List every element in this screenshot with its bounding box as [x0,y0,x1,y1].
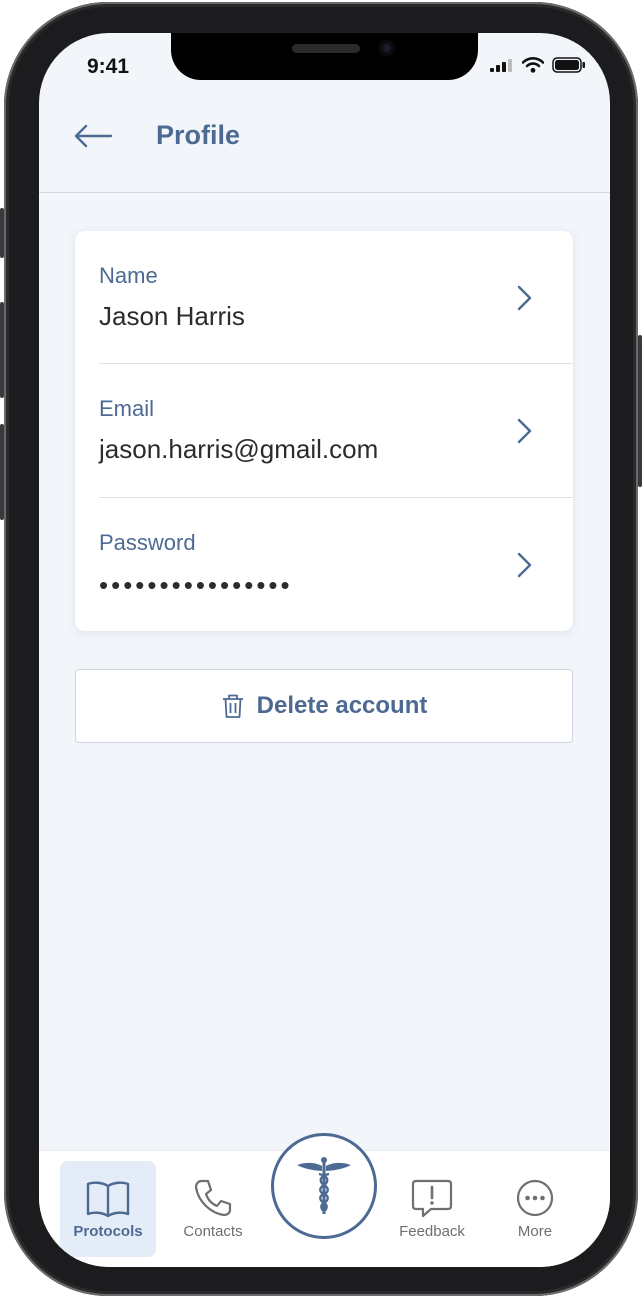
more-icon [516,1179,554,1217]
email-label: Email [99,396,155,421]
power-button [638,335,642,487]
delete-account-label: Delete account [256,692,428,719]
phone-icon [194,1179,232,1217]
trash-icon [222,694,243,718]
profile-card: Name Jason Harris Email jason.harris@gma… [75,231,573,631]
tab-label: More [517,1223,553,1240]
feedback-icon [411,1179,453,1218]
chevron-right-icon [517,285,532,311]
profile-row-email[interactable]: Email jason.harris@gmail.com [75,364,573,497]
tab-label: Feedback [399,1223,465,1240]
book-icon [86,1181,130,1218]
center-home-button[interactable] [271,1133,377,1239]
tab-contacts[interactable]: Contacts [165,1161,261,1257]
email-value: jason.harris@gmail.com [99,434,379,464]
volume-down-button [0,424,4,520]
volume-up-button [0,302,4,398]
wifi-icon [522,57,544,73]
delete-account-button[interactable]: Delete account [75,669,573,743]
page-title: Profile [156,120,241,150]
name-value: Jason Harris [99,301,245,331]
chevron-right-icon [517,418,532,444]
arrow-left-icon [74,124,113,148]
name-label: Name [99,263,158,288]
battery-icon [552,57,585,73]
tab-bar: Protocols Contacts Feedback More [39,1133,610,1267]
screen: 9:41 Profile Name Jason Harris Email jas… [39,33,610,1267]
password-value: •••••••••••••••• [99,570,293,600]
tab-more[interactable]: More [487,1161,583,1257]
profile-row-password[interactable]: Password •••••••••••••••• [75,498,573,631]
back-button[interactable] [71,118,115,154]
camera [379,40,395,56]
notch [171,33,478,80]
tab-protocols[interactable]: Protocols [60,1161,156,1257]
signal-icon [490,59,512,72]
mute-switch [0,208,4,258]
header: Profile [39,93,610,193]
tab-feedback[interactable]: Feedback [384,1161,480,1257]
speaker [292,44,360,53]
password-label: Password [99,530,196,555]
caduceus-icon [297,1157,351,1214]
tab-label: Protocols [73,1223,143,1240]
chevron-right-icon [517,552,532,578]
tab-label: Contacts [183,1223,243,1240]
phone-frame: 9:41 Profile Name Jason Harris Email jas… [0,2,642,1296]
profile-row-name[interactable]: Name Jason Harris [75,231,573,364]
status-time: 9:41 [87,55,130,78]
status-icons [490,57,586,73]
